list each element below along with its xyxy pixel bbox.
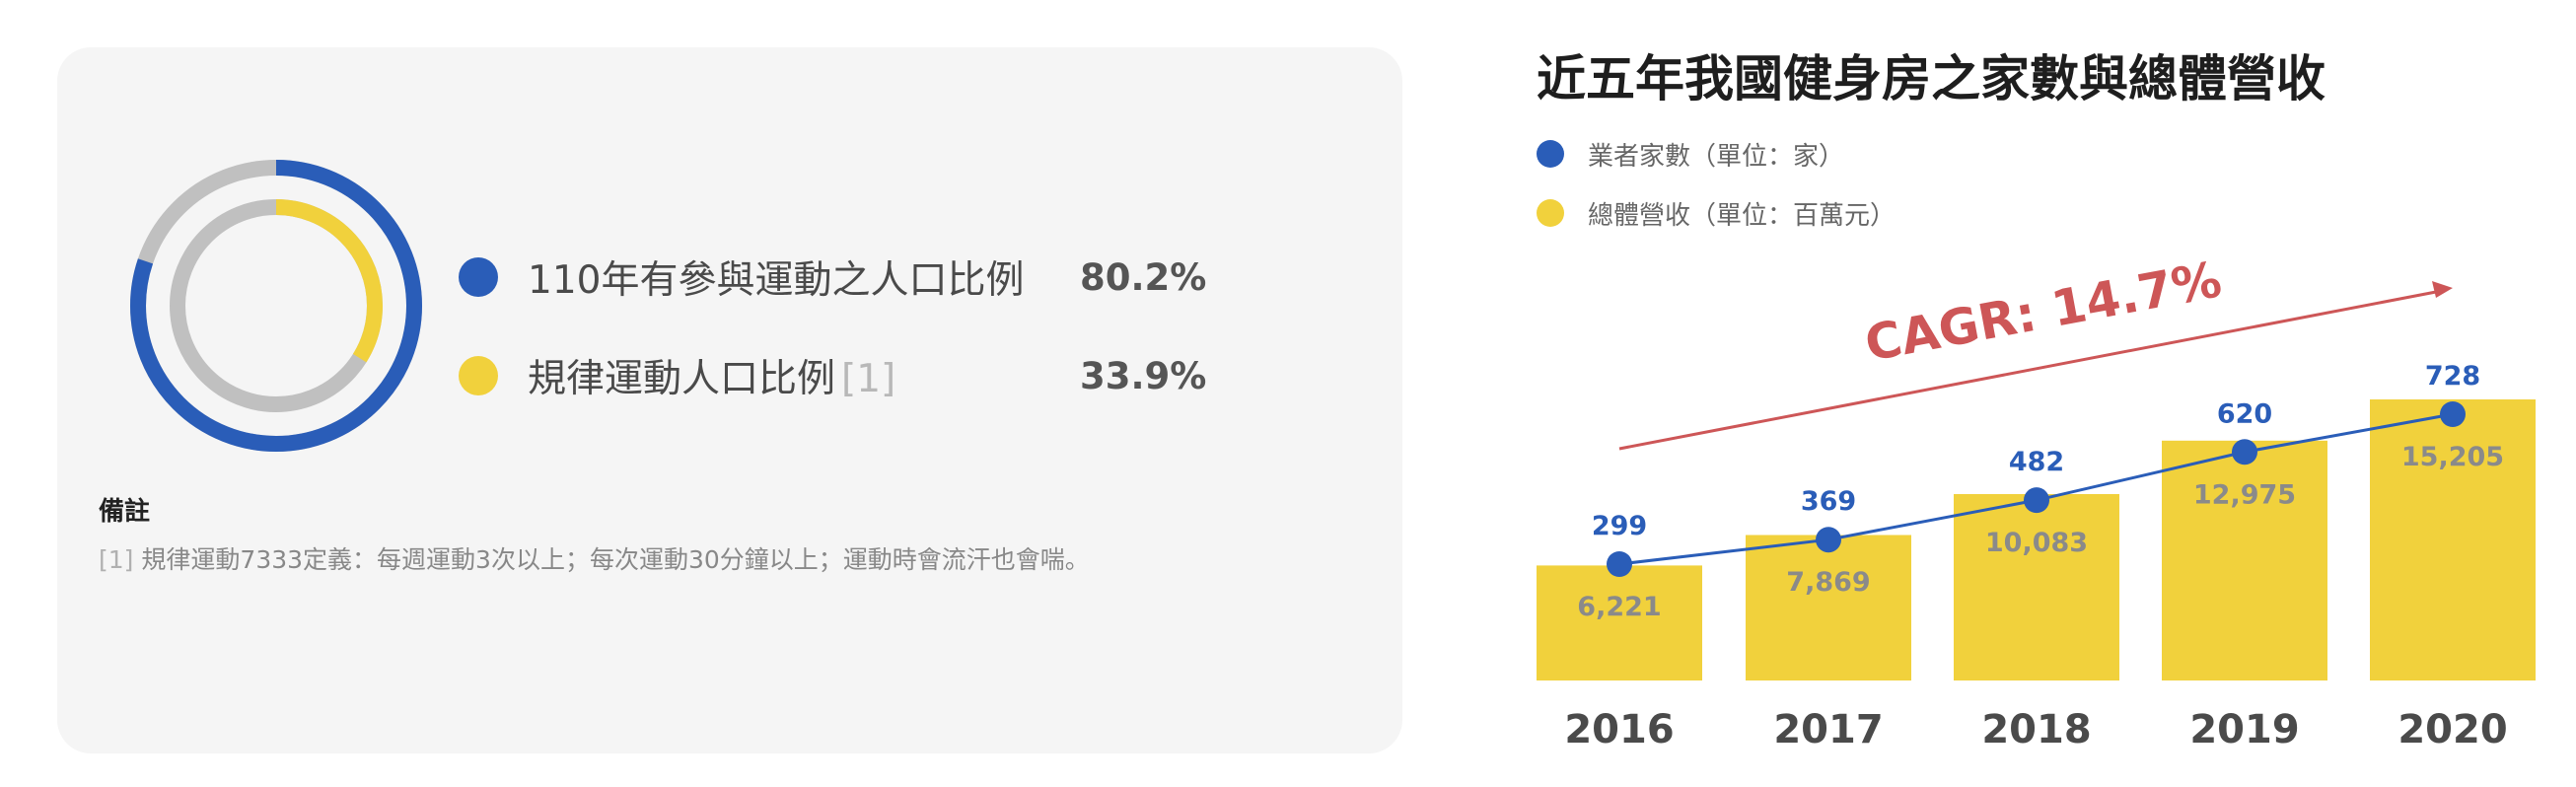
revenue-bar [1537,565,1702,680]
revenue-data-label: 15,205 [2401,442,2504,472]
x-tick-label: 2019 [2189,707,2299,752]
count-data-label: 482 [2009,447,2064,477]
count-point [2024,487,2049,514]
x-tick-label: 2020 [2397,707,2507,752]
revenue-data-label: 7,869 [1786,567,1870,598]
count-data-label: 299 [1592,511,1647,541]
count-point [2440,401,2466,427]
cagr-arrow-head-icon [2432,281,2453,298]
revenue-bar [2162,440,2327,680]
count-data-label: 369 [1801,486,1856,517]
count-data-label: 620 [2217,398,2272,429]
x-tick-label: 2017 [1773,707,1883,752]
count-data-label: 728 [2425,361,2480,392]
count-point [2232,439,2257,465]
x-tick-label: 2016 [1564,707,1674,752]
count-point [1816,527,1841,553]
revenue-data-label: 10,083 [1985,528,2088,558]
revenue-data-label: 6,221 [1577,592,1661,622]
x-tick-label: 2018 [1981,707,2091,752]
bar-line-chart: 2016 2017 2018 2019 2020 299 6,221 369 7,869 482 1… [1537,250,2536,752]
count-point [1607,551,1632,577]
revenue-bar [1746,535,1911,680]
revenue-bar [1954,494,2119,680]
revenue-data-label: 12,975 [2193,479,2296,510]
cagr-annotation: CAGR: 14.7% [1861,250,2226,373]
